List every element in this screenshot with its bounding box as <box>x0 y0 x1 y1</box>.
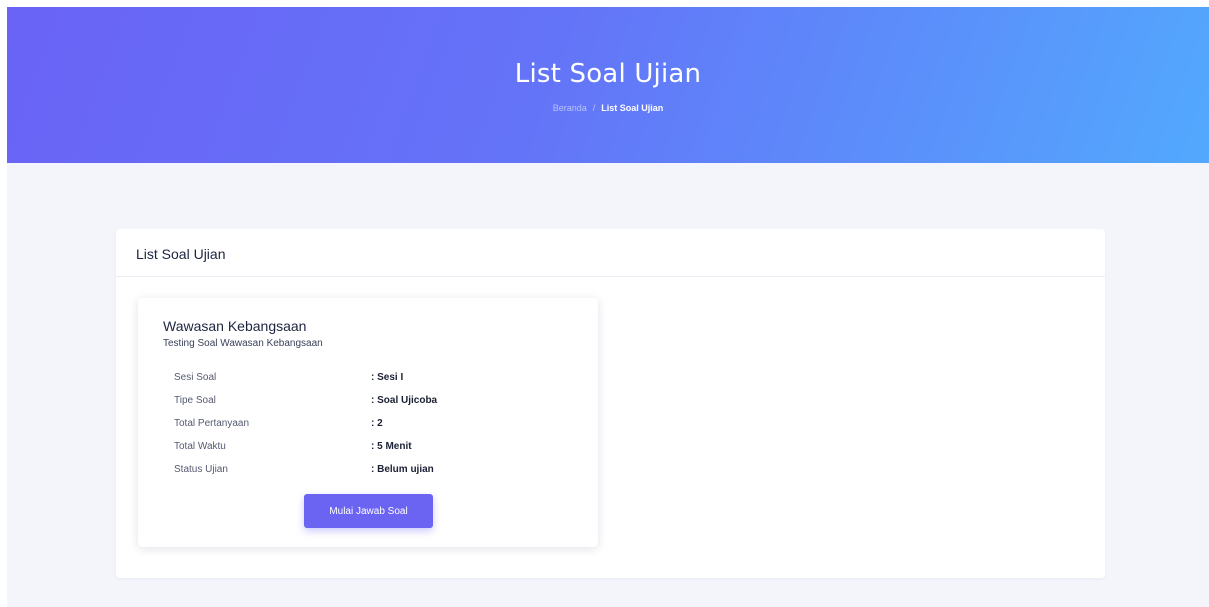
detail-label: Status Ujian <box>174 464 228 475</box>
detail-row-session: Sesi Soal : Sesi I <box>174 366 494 389</box>
detail-label: Total Waktu <box>174 441 226 452</box>
detail-row-duration: Total Waktu : 5 Menit <box>174 435 494 458</box>
page-frame: List Soal Ujian Beranda / List Soal Ujian … <box>7 7 1209 607</box>
detail-label: Total Pertanyaan <box>174 418 250 429</box>
page-hero-banner: List Soal Ujian Beranda / List Soal Ujian <box>7 7 1209 163</box>
detail-label: Sesi Soal <box>174 372 217 383</box>
breadcrumb: Beranda / List Soal Ujian <box>7 103 1209 113</box>
exam-title: Wawasan Kebangsaan <box>163 318 307 334</box>
detail-value: : Belum ujian <box>371 464 434 475</box>
start-exam-button[interactable]: Mulai Jawab Soal <box>304 494 433 528</box>
exam-list-panel: List Soal Ujian Wawasan Kebangsaan Testi… <box>116 229 1105 578</box>
breadcrumb-separator: / <box>592 103 596 113</box>
detail-row-type: Tipe Soal : Soal Ujicoba <box>174 389 494 412</box>
panel-title: List Soal Ujian <box>136 246 226 262</box>
page-title: List Soal Ujian <box>514 59 702 89</box>
detail-value: : 2 <box>371 418 383 429</box>
breadcrumb-current: List Soal Ujian <box>601 103 664 113</box>
exam-subtitle: Testing Soal Wawasan Kebangsaan <box>163 338 323 349</box>
detail-label: Tipe Soal <box>174 395 216 406</box>
detail-value: : Soal Ujicoba <box>371 395 438 406</box>
detail-value: : Sesi I <box>371 372 404 383</box>
panel-header: List Soal Ujian <box>116 229 1105 277</box>
detail-row-question-count: Total Pertanyaan : 2 <box>174 412 494 435</box>
exam-details-table: Sesi Soal : Sesi I Tipe Soal : Soal Ujic… <box>174 366 494 481</box>
breadcrumb-home-link[interactable]: Beranda <box>553 103 587 113</box>
exam-card: Wawasan Kebangsaan Testing Soal Wawasan … <box>138 298 598 547</box>
detail-value: : 5 Menit <box>371 441 412 452</box>
detail-row-status: Status Ujian : Belum ujian <box>174 458 494 481</box>
